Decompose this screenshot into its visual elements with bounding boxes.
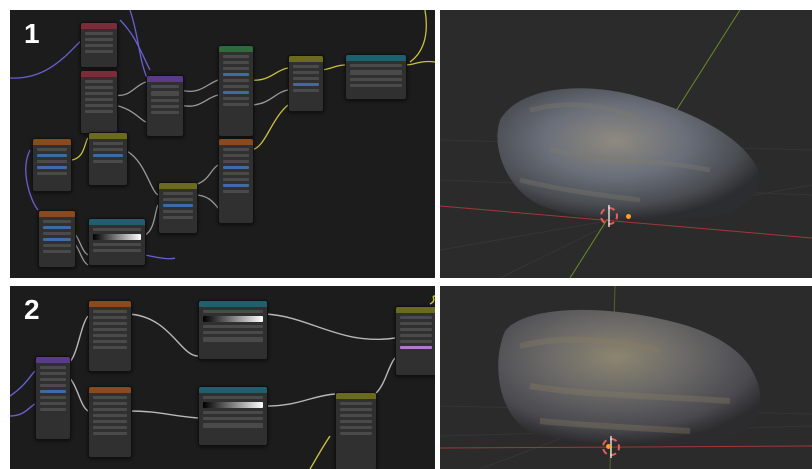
- node-mix-b[interactable]: [335, 392, 377, 469]
- viewport-1[interactable]: [440, 10, 812, 278]
- node-mapping-2[interactable]: [35, 356, 71, 440]
- panel-separator: [0, 280, 812, 286]
- node-color-ramp-b[interactable]: [198, 386, 268, 446]
- node-principled-bsdf[interactable]: [218, 45, 254, 137]
- node-mix[interactable]: [158, 182, 198, 234]
- node-material-output[interactable]: [345, 54, 407, 100]
- node-attribute[interactable]: [80, 22, 118, 68]
- node-noise-texture[interactable]: [32, 138, 72, 192]
- 3d-cursor-icon[interactable]: [600, 205, 618, 227]
- node-mix-a[interactable]: [395, 306, 435, 376]
- node-texture-coordinate[interactable]: [80, 70, 118, 134]
- 3d-cursor-icon-2[interactable]: [602, 436, 620, 458]
- node-noise-texture-a[interactable]: [88, 300, 132, 372]
- viewport-grid-2: [440, 286, 812, 469]
- viewport-grid-1: [440, 10, 812, 278]
- node-color-ramp-a[interactable]: [198, 300, 268, 360]
- origin-dot-icon: [626, 214, 631, 219]
- node-mix-shader[interactable]: [288, 55, 324, 112]
- node-math[interactable]: [88, 132, 128, 186]
- rock-mesh-2: [498, 309, 761, 445]
- node-color-ramp[interactable]: [88, 218, 146, 266]
- node-editor-1[interactable]: 1: [10, 10, 435, 278]
- node-editor-2[interactable]: 2: [10, 286, 435, 469]
- node-principled-bsdf-2[interactable]: [218, 138, 254, 224]
- node-voronoi-texture[interactable]: [38, 210, 76, 268]
- origin-dot-icon-2: [606, 444, 611, 449]
- viewport-2[interactable]: [440, 286, 812, 469]
- node-mapping[interactable]: [146, 75, 184, 137]
- node-noise-texture-b[interactable]: [88, 386, 132, 458]
- panel-number-2: 2: [24, 294, 40, 325]
- panel-number-1: 1: [24, 18, 40, 49]
